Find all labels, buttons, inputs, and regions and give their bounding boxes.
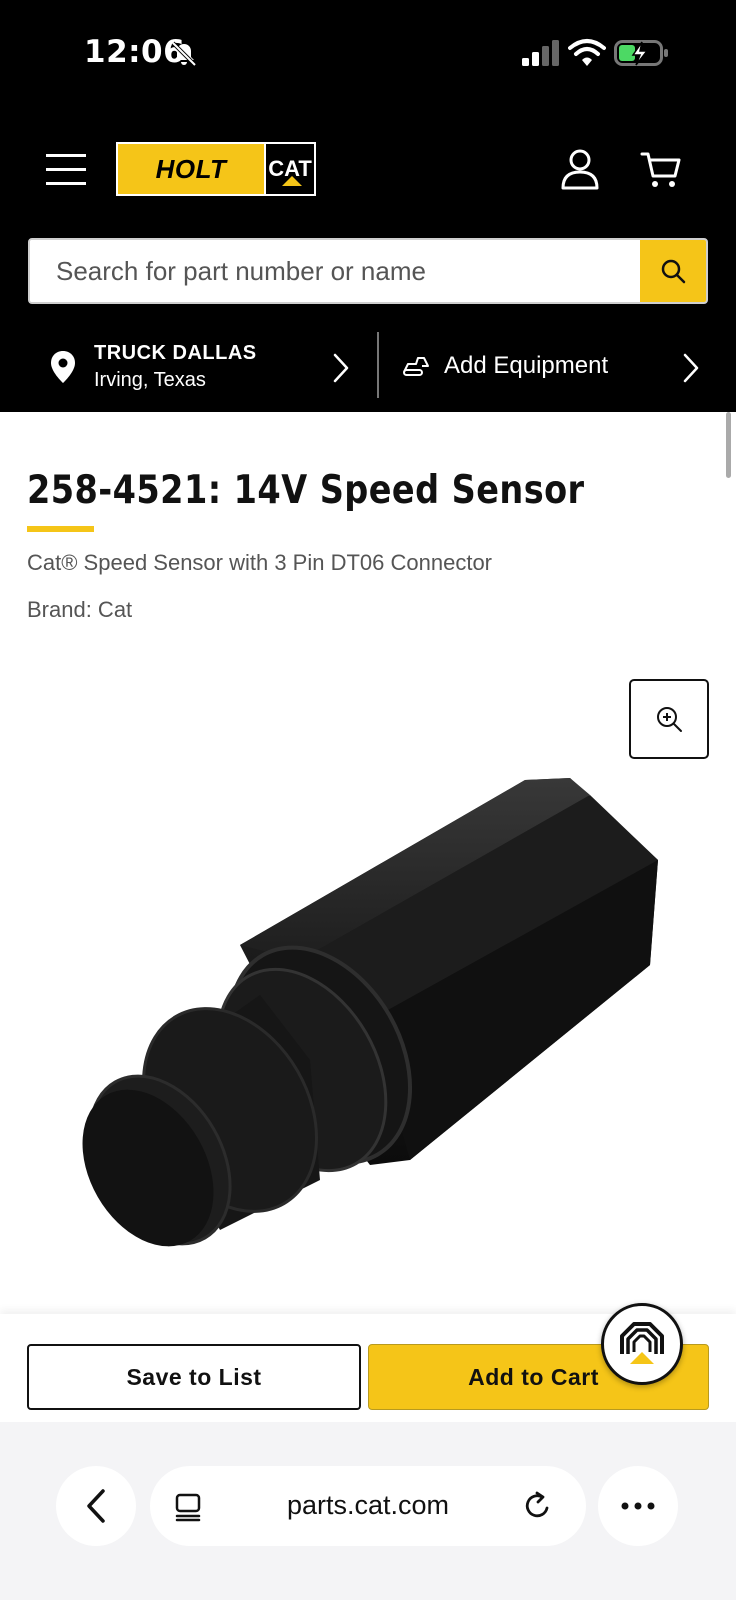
zoom-in-icon xyxy=(657,707,682,732)
store-name: TRUCK DALLAS xyxy=(94,342,257,364)
product-image[interactable] xyxy=(70,770,680,1270)
location-pin-icon xyxy=(51,351,75,383)
logo-cat-text: CAT xyxy=(264,144,314,194)
signal-icon xyxy=(522,40,559,66)
logo-holt-text: HOLT xyxy=(118,144,264,194)
store-divider xyxy=(377,332,379,398)
site-header: HOLT CAT TRUCK DALLAS Irving, Texas xyxy=(0,110,736,412)
chat-assistant-button[interactable] xyxy=(601,1303,683,1385)
more-icon xyxy=(621,1502,655,1510)
search-input[interactable] xyxy=(30,240,642,302)
product-subtitle: Cat® Speed Sensor with 3 Pin DT06 Connec… xyxy=(27,550,493,575)
menu-button[interactable] xyxy=(46,154,86,188)
address-bar[interactable]: parts.cat.com xyxy=(150,1466,586,1546)
chevron-right-icon xyxy=(683,353,699,383)
equipment-icon xyxy=(403,357,429,376)
status-bar: 12:06 xyxy=(0,0,736,110)
menu-icon xyxy=(46,154,86,157)
bell-slash-icon xyxy=(171,41,197,67)
store-location: Irving, Texas xyxy=(94,369,206,391)
add-equipment-label: Add Equipment xyxy=(444,352,609,379)
account-icon[interactable] xyxy=(560,148,600,190)
zoom-button[interactable] xyxy=(629,679,709,759)
search-bar xyxy=(28,238,708,304)
holt-cat-logo[interactable]: HOLT CAT xyxy=(116,142,316,196)
battery-charging-icon xyxy=(614,40,668,66)
product-title: 258-4521: 14V Speed Sensor xyxy=(27,468,585,513)
wifi-icon xyxy=(568,39,606,66)
back-button[interactable] xyxy=(56,1466,136,1546)
product-brand: Brand: Cat xyxy=(27,597,133,622)
title-underline xyxy=(27,526,94,532)
chevron-right-icon xyxy=(333,353,349,383)
store-equipment-bar: TRUCK DALLAS Irving, Texas Add Equipment xyxy=(0,322,736,412)
cart-icon[interactable] xyxy=(640,150,682,190)
url-text: parts.cat.com xyxy=(286,1490,450,1520)
save-to-list-button[interactable]: Save to List xyxy=(27,1344,361,1410)
scrollbar[interactable] xyxy=(726,412,731,478)
reload-icon[interactable] xyxy=(522,1490,554,1522)
store-selector[interactable]: TRUCK DALLAS Irving, Texas xyxy=(0,322,376,412)
back-arrow-icon xyxy=(87,1489,105,1523)
search-icon xyxy=(661,259,686,284)
browser-toolbar: parts.cat.com xyxy=(0,1422,736,1600)
search-button[interactable] xyxy=(640,240,706,302)
more-options-button[interactable] xyxy=(598,1466,678,1546)
chat-assistant-icon xyxy=(620,1322,664,1364)
add-equipment-button[interactable]: Add Equipment xyxy=(380,322,736,412)
